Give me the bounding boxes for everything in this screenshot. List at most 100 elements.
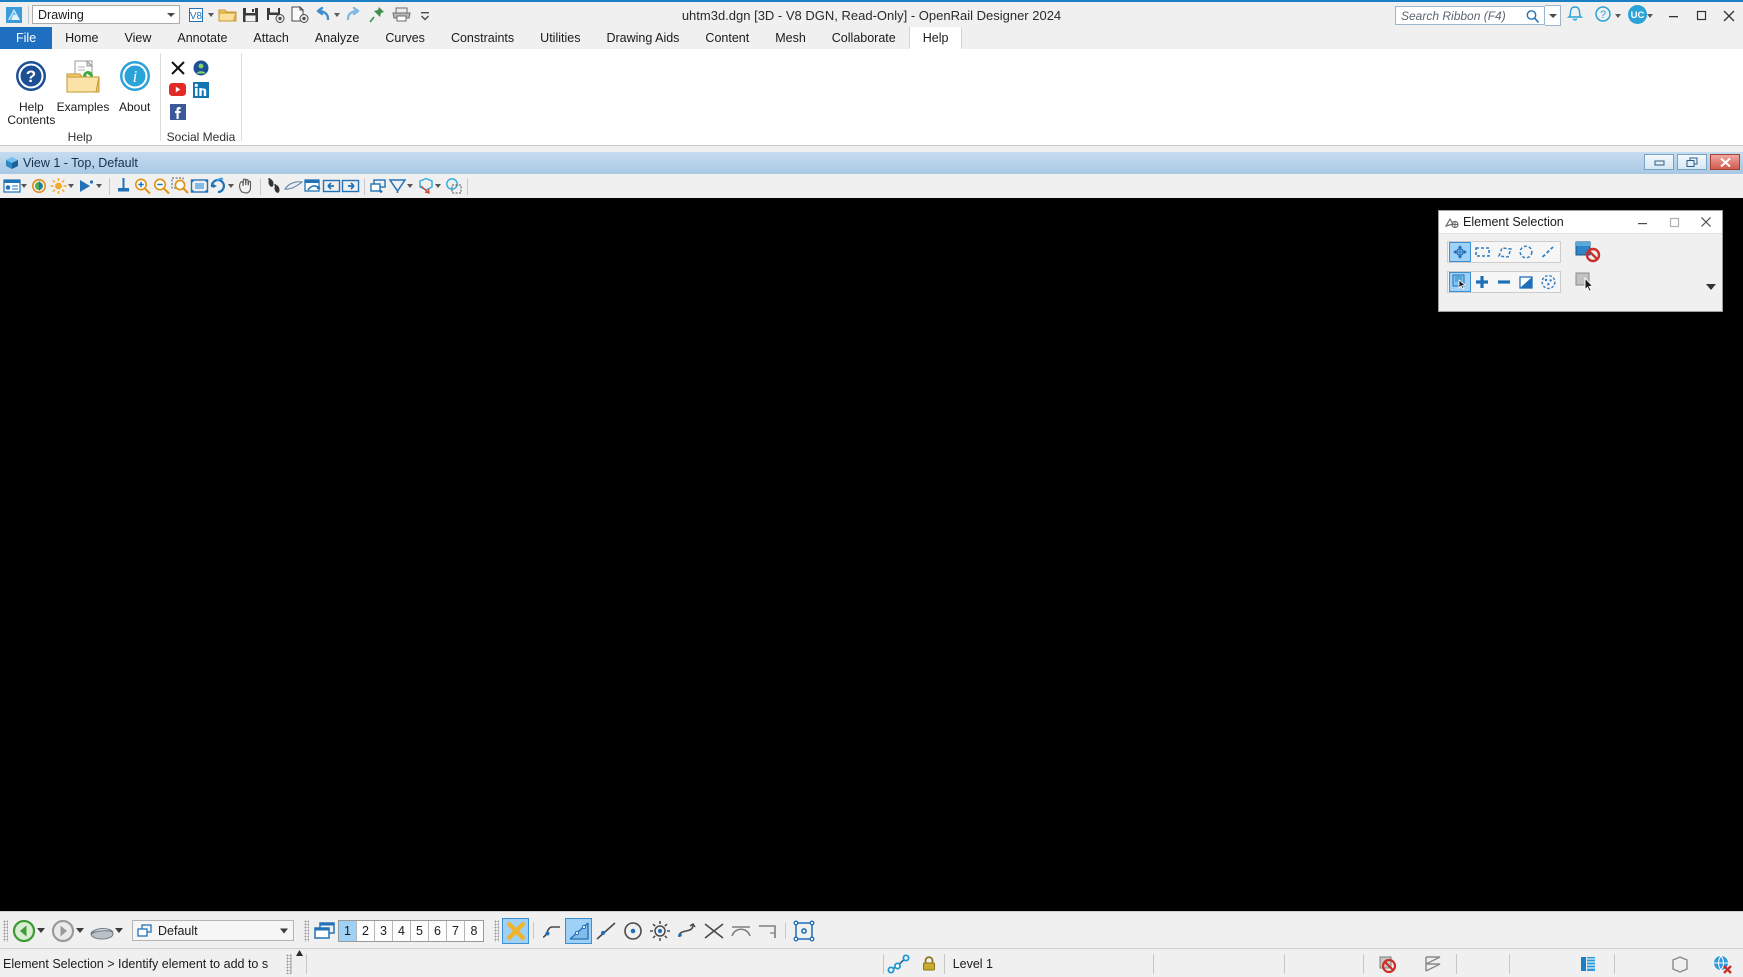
customize-qat-icon[interactable] <box>414 4 436 26</box>
save-icon[interactable] <box>240 4 262 26</box>
linkedin-icon[interactable] <box>192 81 209 98</box>
adjust-view-brightness-icon[interactable] <box>30 176 49 196</box>
workflow-combo[interactable]: Drawing <box>32 5 180 24</box>
element-selection-titlebar[interactable]: Element Selection <box>1439 211 1722 234</box>
window-area-icon[interactable] <box>171 176 190 196</box>
pan-view-icon[interactable] <box>237 176 256 196</box>
element-selection-close-button[interactable] <box>1690 211 1722 233</box>
model-combo[interactable]: Default <box>132 920 294 941</box>
chevron-down-icon[interactable] <box>228 184 234 188</box>
no-snap-status-icon[interactable] <box>1364 949 1410 977</box>
save-settings-icon[interactable] <box>264 4 286 26</box>
window-close-button[interactable] <box>1715 2 1743 29</box>
display-style-icon[interactable] <box>49 176 68 196</box>
clip-volume-icon[interactable] <box>369 176 388 196</box>
about-button[interactable]: i About <box>109 53 160 114</box>
x-twitter-icon[interactable] <box>169 59 186 76</box>
no-network-icon[interactable] <box>1701 949 1743 977</box>
openrail-logo-icon[interactable] <box>3 4 25 26</box>
clip-mask-region-icon[interactable] <box>444 176 463 196</box>
locks-icon[interactable] <box>914 949 944 977</box>
invert-selection-mode-icon[interactable] <box>1515 272 1537 292</box>
tab-mesh[interactable]: Mesh <box>762 27 819 49</box>
rotate-view-icon[interactable] <box>209 176 228 196</box>
view-number-3[interactable]: 3 <box>375 921 393 941</box>
zoom-out-icon[interactable] <box>152 176 171 196</box>
walk-icon[interactable] <box>265 176 284 196</box>
chevron-down-icon[interactable] <box>1647 14 1653 18</box>
tab-analyze[interactable]: Analyze <box>302 27 372 49</box>
tab-curves[interactable]: Curves <box>372 27 438 49</box>
window-maximize-button[interactable] <box>1687 2 1715 29</box>
examples-button[interactable]: Examples <box>57 53 110 114</box>
v8-format-icon[interactable]: V8 <box>186 4 208 26</box>
tab-annotate[interactable]: Annotate <box>164 27 240 49</box>
toolbar-grip[interactable] <box>3 920 8 942</box>
search-ribbon-input[interactable]: Search Ribbon (F4) <box>1395 6 1545 25</box>
block-select-icon[interactable] <box>1471 242 1493 262</box>
view-minimize-button[interactable] <box>1644 154 1674 170</box>
pin-icon[interactable] <box>366 4 388 26</box>
view-number-6[interactable]: 6 <box>429 921 447 941</box>
view-previous-icon[interactable] <box>322 176 341 196</box>
tab-help[interactable]: Help <box>909 27 963 49</box>
tab-view[interactable]: View <box>112 27 165 49</box>
view-number-2[interactable]: 2 <box>357 921 375 941</box>
snap-keypoint-icon[interactable] <box>565 918 592 944</box>
tab-drawing-aids[interactable]: Drawing Aids <box>593 27 692 49</box>
help-contents-button[interactable]: ? Help Contents <box>6 53 57 127</box>
element-selection-maximize-button[interactable] <box>1658 211 1690 233</box>
individual-select-icon[interactable] <box>1449 242 1471 262</box>
chevron-down-icon[interactable] <box>435 184 441 188</box>
view-number-7[interactable]: 7 <box>447 921 465 941</box>
fly-icon[interactable] <box>284 176 303 196</box>
line-select-icon[interactable] <box>1537 242 1559 262</box>
view-close-button[interactable] <box>1710 154 1740 170</box>
redo-icon[interactable] <box>342 4 364 26</box>
view-attributes-icon[interactable] <box>2 176 21 196</box>
account-button[interactable]: UC <box>1625 2 1649 29</box>
update-view-icon[interactable] <box>114 176 133 196</box>
clip-back-icon[interactable] <box>416 176 435 196</box>
snap-none-icon[interactable] <box>502 918 529 944</box>
toolbar-grip-3[interactable] <box>494 920 499 942</box>
tab-constraints[interactable]: Constraints <box>438 27 527 49</box>
element-selection-minimize-button[interactable] <box>1626 211 1658 233</box>
save-as-icon[interactable] <box>288 4 310 26</box>
tab-home[interactable]: Home <box>52 27 111 49</box>
search-icon[interactable] <box>1525 9 1540 27</box>
new-selection-mode-icon[interactable] <box>1449 272 1471 292</box>
view-number-8[interactable]: 8 <box>465 921 483 941</box>
bentley-communities-icon[interactable] <box>192 59 209 76</box>
chevron-down-icon[interactable] <box>115 928 123 933</box>
chevron-down-icon[interactable] <box>208 13 214 17</box>
search-dropdown-button[interactable] <box>1545 5 1561 26</box>
references-status-icon[interactable] <box>1562 949 1614 977</box>
snap-bisector-icon[interactable] <box>673 918 700 944</box>
view-number-5[interactable]: 5 <box>411 921 429 941</box>
clip-mask-icon[interactable] <box>388 176 407 196</box>
window-minimize-button[interactable] <box>1659 2 1687 29</box>
open-file-icon[interactable] <box>216 4 238 26</box>
view-groups-icon[interactable] <box>312 918 338 944</box>
view-restore-button[interactable] <box>1677 154 1707 170</box>
view-number-1[interactable]: 1 <box>339 921 357 941</box>
models-icon[interactable] <box>89 918 115 944</box>
element-selection-status-icon[interactable] <box>884 949 914 977</box>
snap-nearest-icon[interactable] <box>538 918 565 944</box>
fence-status-icon[interactable] <box>1410 949 1456 977</box>
zoom-in-icon[interactable] <box>133 176 152 196</box>
add-selection-mode-icon[interactable] <box>1471 272 1493 292</box>
undo-icon[interactable] <box>312 4 334 26</box>
chevron-down-icon[interactable] <box>96 184 102 188</box>
snap-perpendicular-icon[interactable] <box>754 918 781 944</box>
snap-intersection-icon[interactable] <box>700 918 727 944</box>
model-back-icon[interactable] <box>11 918 37 944</box>
tab-collaborate[interactable]: Collaborate <box>819 27 909 49</box>
snap-origin-icon[interactable] <box>646 918 673 944</box>
chevron-down-icon[interactable] <box>37 928 45 933</box>
copy-view-icon[interactable] <box>303 176 322 196</box>
shape-select-icon[interactable] <box>1493 242 1515 262</box>
youtube-icon[interactable] <box>169 81 186 98</box>
render-icon[interactable] <box>77 176 96 196</box>
